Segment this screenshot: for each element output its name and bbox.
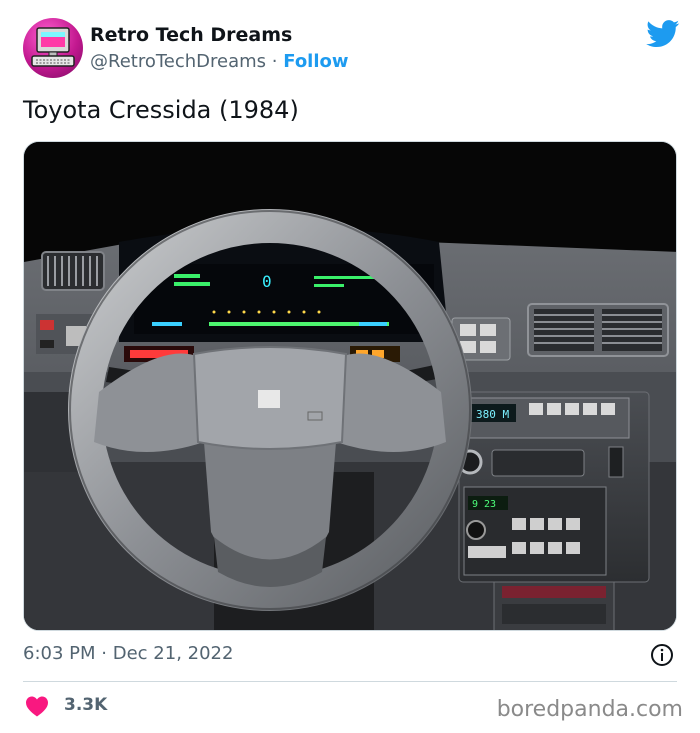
meta-separator: · <box>101 643 107 664</box>
retro-computer-icon <box>31 27 75 67</box>
handle-separator: · <box>271 51 278 72</box>
heart-icon[interactable] <box>25 695 49 717</box>
info-icon[interactable] <box>650 643 674 667</box>
avatar[interactable] <box>23 18 83 78</box>
tweet-time[interactable]: 6:03 PM <box>23 643 96 664</box>
watermark: boredpanda.com <box>496 697 683 722</box>
author-name[interactable]: Retro Tech Dreams <box>90 24 292 46</box>
author-handle-line: @RetroTechDreams · Follow <box>90 51 349 72</box>
like-count: 3.3K <box>64 695 108 715</box>
digital-speed-readout: 0 <box>262 272 272 291</box>
tweet-photo[interactable]: 0 380 M 9 23 <box>23 141 677 631</box>
car-dashboard-photo: 0 380 M 9 23 <box>24 142 676 630</box>
follow-button[interactable]: Follow <box>283 51 348 72</box>
radio-display: 380 M <box>476 408 509 421</box>
author-handle[interactable]: @RetroTechDreams <box>90 51 266 72</box>
twitter-bird-icon[interactable] <box>646 20 680 48</box>
tweet-header: Retro Tech Dreams @RetroTechDreams · Fol… <box>23 18 683 80</box>
clock-display: 9 23 <box>472 499 496 510</box>
divider <box>23 681 677 682</box>
tweet-timestamp[interactable]: 6:03 PM · Dec 21, 2022 <box>23 643 233 664</box>
tweet-date[interactable]: Dec 21, 2022 <box>113 643 234 664</box>
tweet-text: Toyota Cressida (1984) <box>23 96 299 124</box>
